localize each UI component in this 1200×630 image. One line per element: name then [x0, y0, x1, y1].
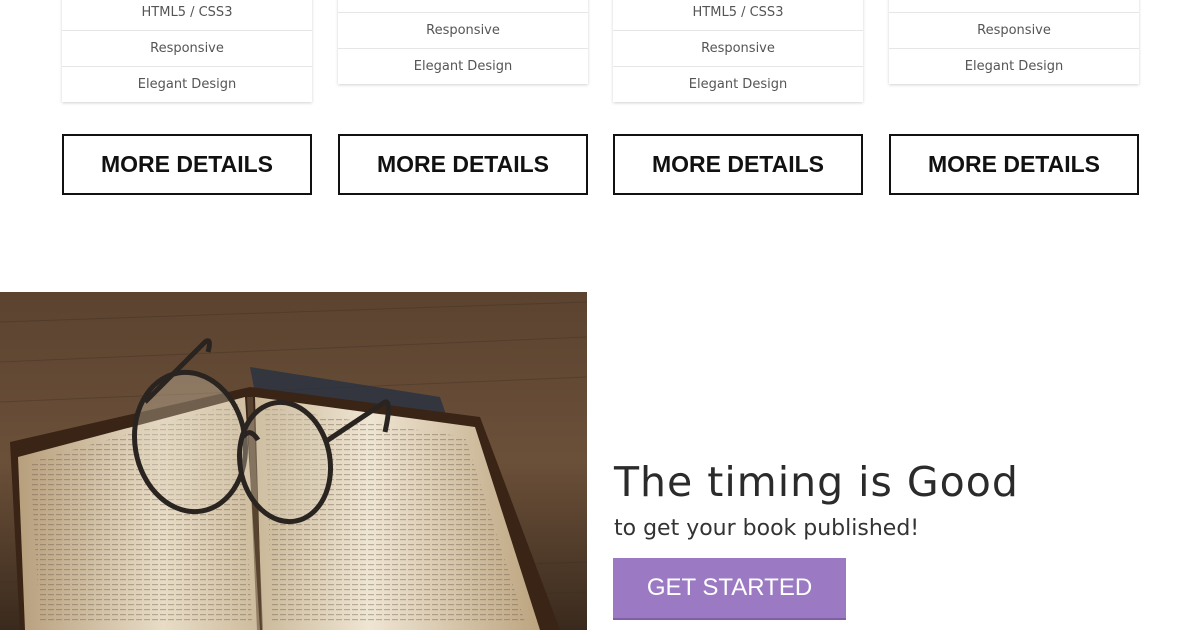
hero-title: The timing is Good: [614, 458, 1019, 506]
feature-responsive: Responsive: [889, 12, 1139, 48]
feature-elegant-design: Elegant Design: [62, 66, 312, 102]
hero-subtitle: to get your book published!: [614, 516, 920, 541]
pricing-card-2: HTML5 / CSS3 Responsive Elegant Design: [338, 0, 588, 84]
feature-html5: HTML5 / CSS3: [613, 0, 863, 30]
feature-responsive: Responsive: [338, 12, 588, 48]
feature-html5: HTML5 / CSS3: [338, 0, 588, 12]
book-glasses-photo: [0, 292, 587, 630]
feature-html5: HTML5 / CSS3: [62, 0, 312, 30]
more-details-button-1[interactable]: MORE DETAILS: [62, 134, 312, 195]
feature-elegant-design: Elegant Design: [889, 48, 1139, 84]
feature-html5: HTML5 / CSS3: [889, 0, 1139, 12]
pricing-card-1: HTML5 / CSS3 Responsive Elegant Design: [62, 0, 312, 102]
feature-elegant-design: Elegant Design: [338, 48, 588, 84]
get-started-button[interactable]: GET STARTED: [613, 558, 846, 618]
more-details-button-2[interactable]: MORE DETAILS: [338, 134, 588, 195]
pricing-card-3: HTML5 / CSS3 Responsive Elegant Design: [613, 0, 863, 102]
feature-elegant-design: Elegant Design: [613, 66, 863, 102]
feature-responsive: Responsive: [613, 30, 863, 66]
feature-responsive: Responsive: [62, 30, 312, 66]
more-details-button-4[interactable]: MORE DETAILS: [889, 134, 1139, 195]
pricing-card-4: HTML5 / CSS3 Responsive Elegant Design: [889, 0, 1139, 84]
more-details-button-3[interactable]: MORE DETAILS: [613, 134, 863, 195]
